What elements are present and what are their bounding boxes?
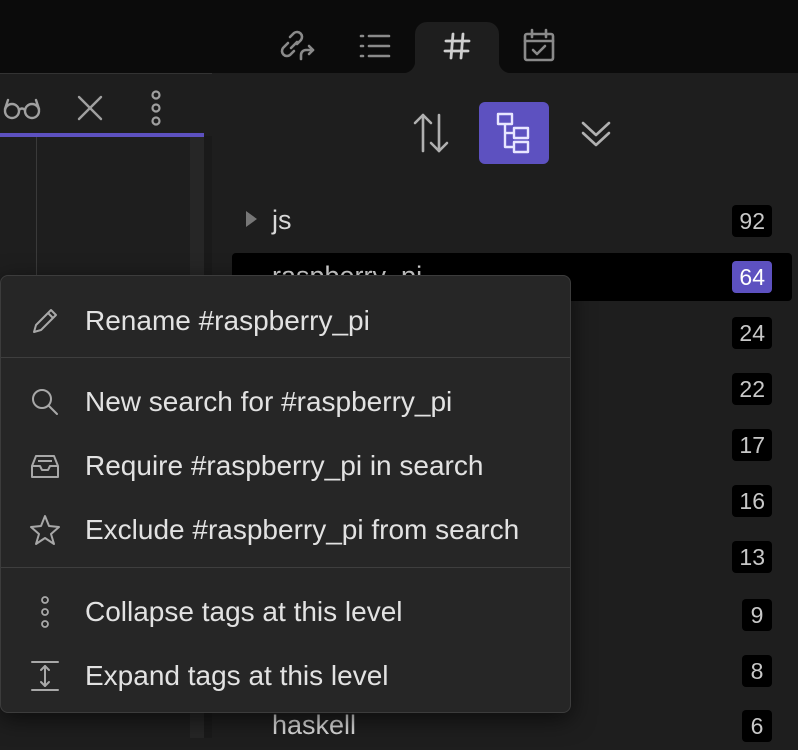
inbox-icon: [31, 455, 59, 478]
menu-item-exclude[interactable]: Exclude #raspberry_pi from search: [1, 502, 570, 558]
expand-vertical-icon: [31, 661, 59, 691]
tab-outline[interactable]: [353, 24, 397, 68]
search-icon: [32, 389, 58, 415]
dots-vertical-icon: [41, 596, 49, 628]
menu-item-label: Exclude #raspberry_pi from search: [85, 514, 520, 545]
more-vertical-icon: [151, 90, 161, 126]
sort-button[interactable]: [396, 102, 466, 164]
top-tab-bar: [0, 0, 798, 73]
menu-item-collapse-level[interactable]: Collapse tags at this level: [1, 584, 570, 640]
collapse-all-button[interactable]: [561, 102, 631, 164]
tag-count: 16: [732, 485, 772, 517]
tree-icon: [496, 112, 530, 154]
menu-item-label: Require #raspberry_pi in search: [85, 450, 484, 481]
menu-item-new-search[interactable]: New search for #raspberry_pi: [1, 374, 570, 430]
tag-row-js[interactable]: js 92: [232, 197, 792, 245]
close-icon: [77, 95, 103, 121]
more-options-button[interactable]: [134, 86, 178, 130]
menu-item-require[interactable]: Require #raspberry_pi in search: [1, 438, 570, 494]
sort-icon: [413, 113, 449, 153]
tag-count: 22: [732, 373, 772, 405]
menu-item-expand-level[interactable]: Expand tags at this level: [1, 648, 570, 704]
star-icon: [30, 515, 60, 545]
tag-name: js: [272, 205, 292, 235]
indent-guide: [36, 137, 37, 277]
calendar-icon: [523, 28, 555, 62]
list-icon: [359, 34, 391, 58]
tag-name: haskell: [272, 710, 357, 740]
menu-item-label: Rename #raspberry_pi: [85, 305, 370, 336]
tab-tags[interactable]: [435, 24, 479, 68]
tag-count: 13: [732, 541, 772, 573]
collapse-all-icon: [581, 121, 611, 147]
tag-count: 64: [732, 261, 772, 293]
menu-separator: [1, 357, 570, 358]
expand-caret-icon[interactable]: [246, 211, 257, 227]
tree-view-button[interactable]: [479, 102, 549, 164]
hashtag-icon: [443, 32, 471, 60]
menu-item-label: Expand tags at this level: [85, 660, 389, 691]
tag-count: 9: [742, 599, 772, 631]
backlink-icon: [280, 30, 315, 61]
tab-backlinks[interactable]: [274, 24, 318, 68]
reading-view-button[interactable]: [0, 86, 44, 130]
menu-item-label: Collapse tags at this level: [85, 596, 403, 627]
tag-count: 17: [732, 429, 772, 461]
tag-count: 24: [732, 317, 772, 349]
tag-count: 6: [742, 710, 772, 742]
context-menu: Rename #raspberry_pi New search for #ras…: [0, 275, 571, 713]
tag-count: 8: [742, 655, 772, 687]
menu-item-rename[interactable]: Rename #raspberry_pi: [1, 293, 570, 349]
tag-count: 92: [732, 205, 772, 237]
menu-separator: [1, 567, 570, 568]
tab-calendar[interactable]: [517, 24, 561, 68]
pencil-icon: [33, 309, 57, 333]
glasses-icon: [3, 98, 41, 120]
menu-item-label: New search for #raspberry_pi: [85, 386, 453, 417]
close-button[interactable]: [68, 86, 112, 130]
